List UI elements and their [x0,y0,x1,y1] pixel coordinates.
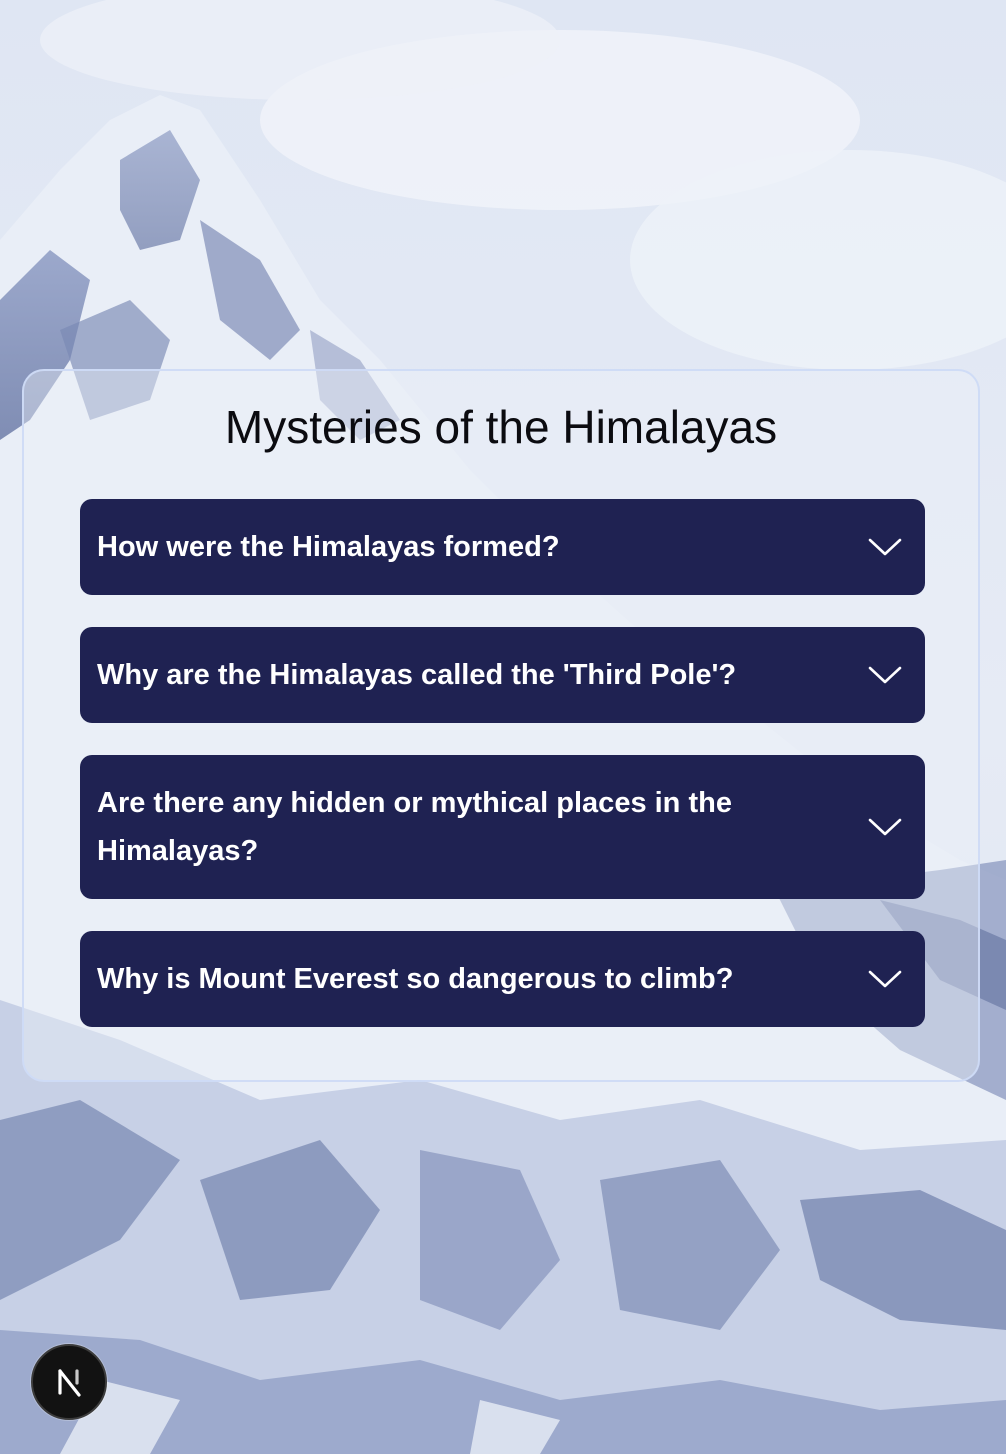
faq-item-everest-danger[interactable]: Why is Mount Everest so dangerous to cli… [80,931,925,1027]
nextjs-logo-icon [58,1369,81,1397]
chevron-down-icon [868,538,902,556]
page-title: Mysteries of the Himalayas [224,401,778,453]
faq-item-hidden-places[interactable]: Are there any hidden or mythical places … [80,755,925,899]
faq-question: Why are the Himalayas called the 'Third … [97,659,737,691]
faq-question: How were the Himalayas formed? [97,531,560,563]
chevron-down-icon [868,818,902,836]
faq-question: Why is Mount Everest so dangerous to cli… [97,963,734,995]
faq-panel: Mysteries of the Himalayas How were the … [22,369,980,1082]
chevron-down-icon [868,970,902,988]
chevron-down-icon [868,666,902,684]
nextjs-dev-badge[interactable] [31,1344,107,1420]
faq-item-formation[interactable]: How were the Himalayas formed? [80,499,925,595]
faq-item-third-pole[interactable]: Why are the Himalayas called the 'Third … [80,627,925,723]
faq-question: Are there any hidden or mythical places … [97,787,732,867]
